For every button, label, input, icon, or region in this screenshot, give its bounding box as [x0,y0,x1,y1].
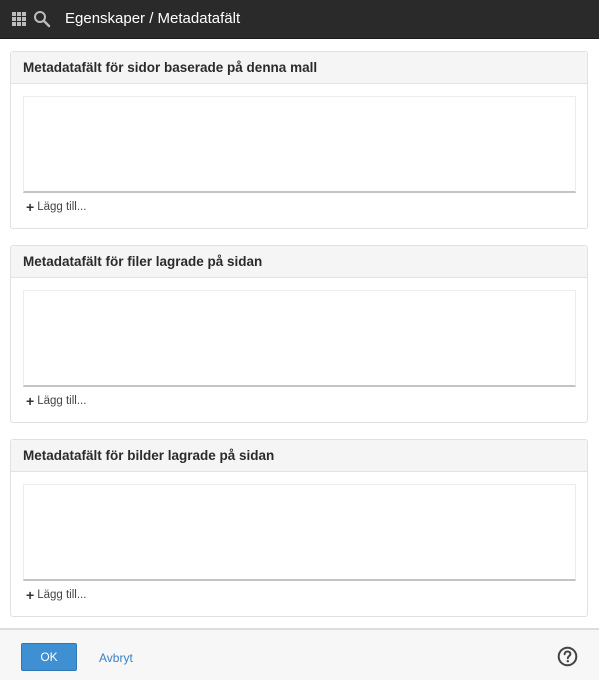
metadata-list[interactable] [23,96,576,193]
metadata-list[interactable] [23,484,576,581]
ok-button[interactable]: OK [21,643,77,671]
panel-title: Metadatafält för filer lagrade på sidan [11,246,587,278]
panel-pages-metadata: Metadatafält för sidor baserade på denna… [10,51,588,229]
metadata-list[interactable] [23,290,576,387]
search-icon[interactable] [33,10,51,28]
plus-icon: + [26,587,35,603]
panel-title: Metadatafält för bilder lagrade på sidan [11,440,587,472]
add-label: Lägg till... [37,395,87,407]
panel-images-metadata: Metadatafält för bilder lagrade på sidan… [10,439,588,617]
apps-grid-icon[interactable] [12,12,26,26]
add-pages-metadata-button[interactable]: + Lägg till... [26,200,86,214]
plus-icon: + [26,393,35,409]
dialog-content: Metadatafält för sidor baserade på denna… [0,39,599,628]
cancel-button[interactable]: Avbryt [99,651,133,665]
dialog-footer: OK Avbryt [0,628,599,680]
add-label: Lägg till... [37,589,87,601]
add-images-metadata-button[interactable]: + Lägg till... [26,588,86,602]
add-label: Lägg till... [37,201,87,213]
panel-title: Metadatafält för sidor baserade på denna… [11,52,587,84]
page-title: Egenskaper / Metadatafält [65,10,241,27]
add-files-metadata-button[interactable]: + Lägg till... [26,394,86,408]
top-bar: Egenskaper / Metadatafält [0,0,599,39]
help-icon[interactable] [557,646,578,667]
panel-files-metadata: Metadatafält för filer lagrade på sidan … [10,245,588,423]
plus-icon: + [26,199,35,215]
